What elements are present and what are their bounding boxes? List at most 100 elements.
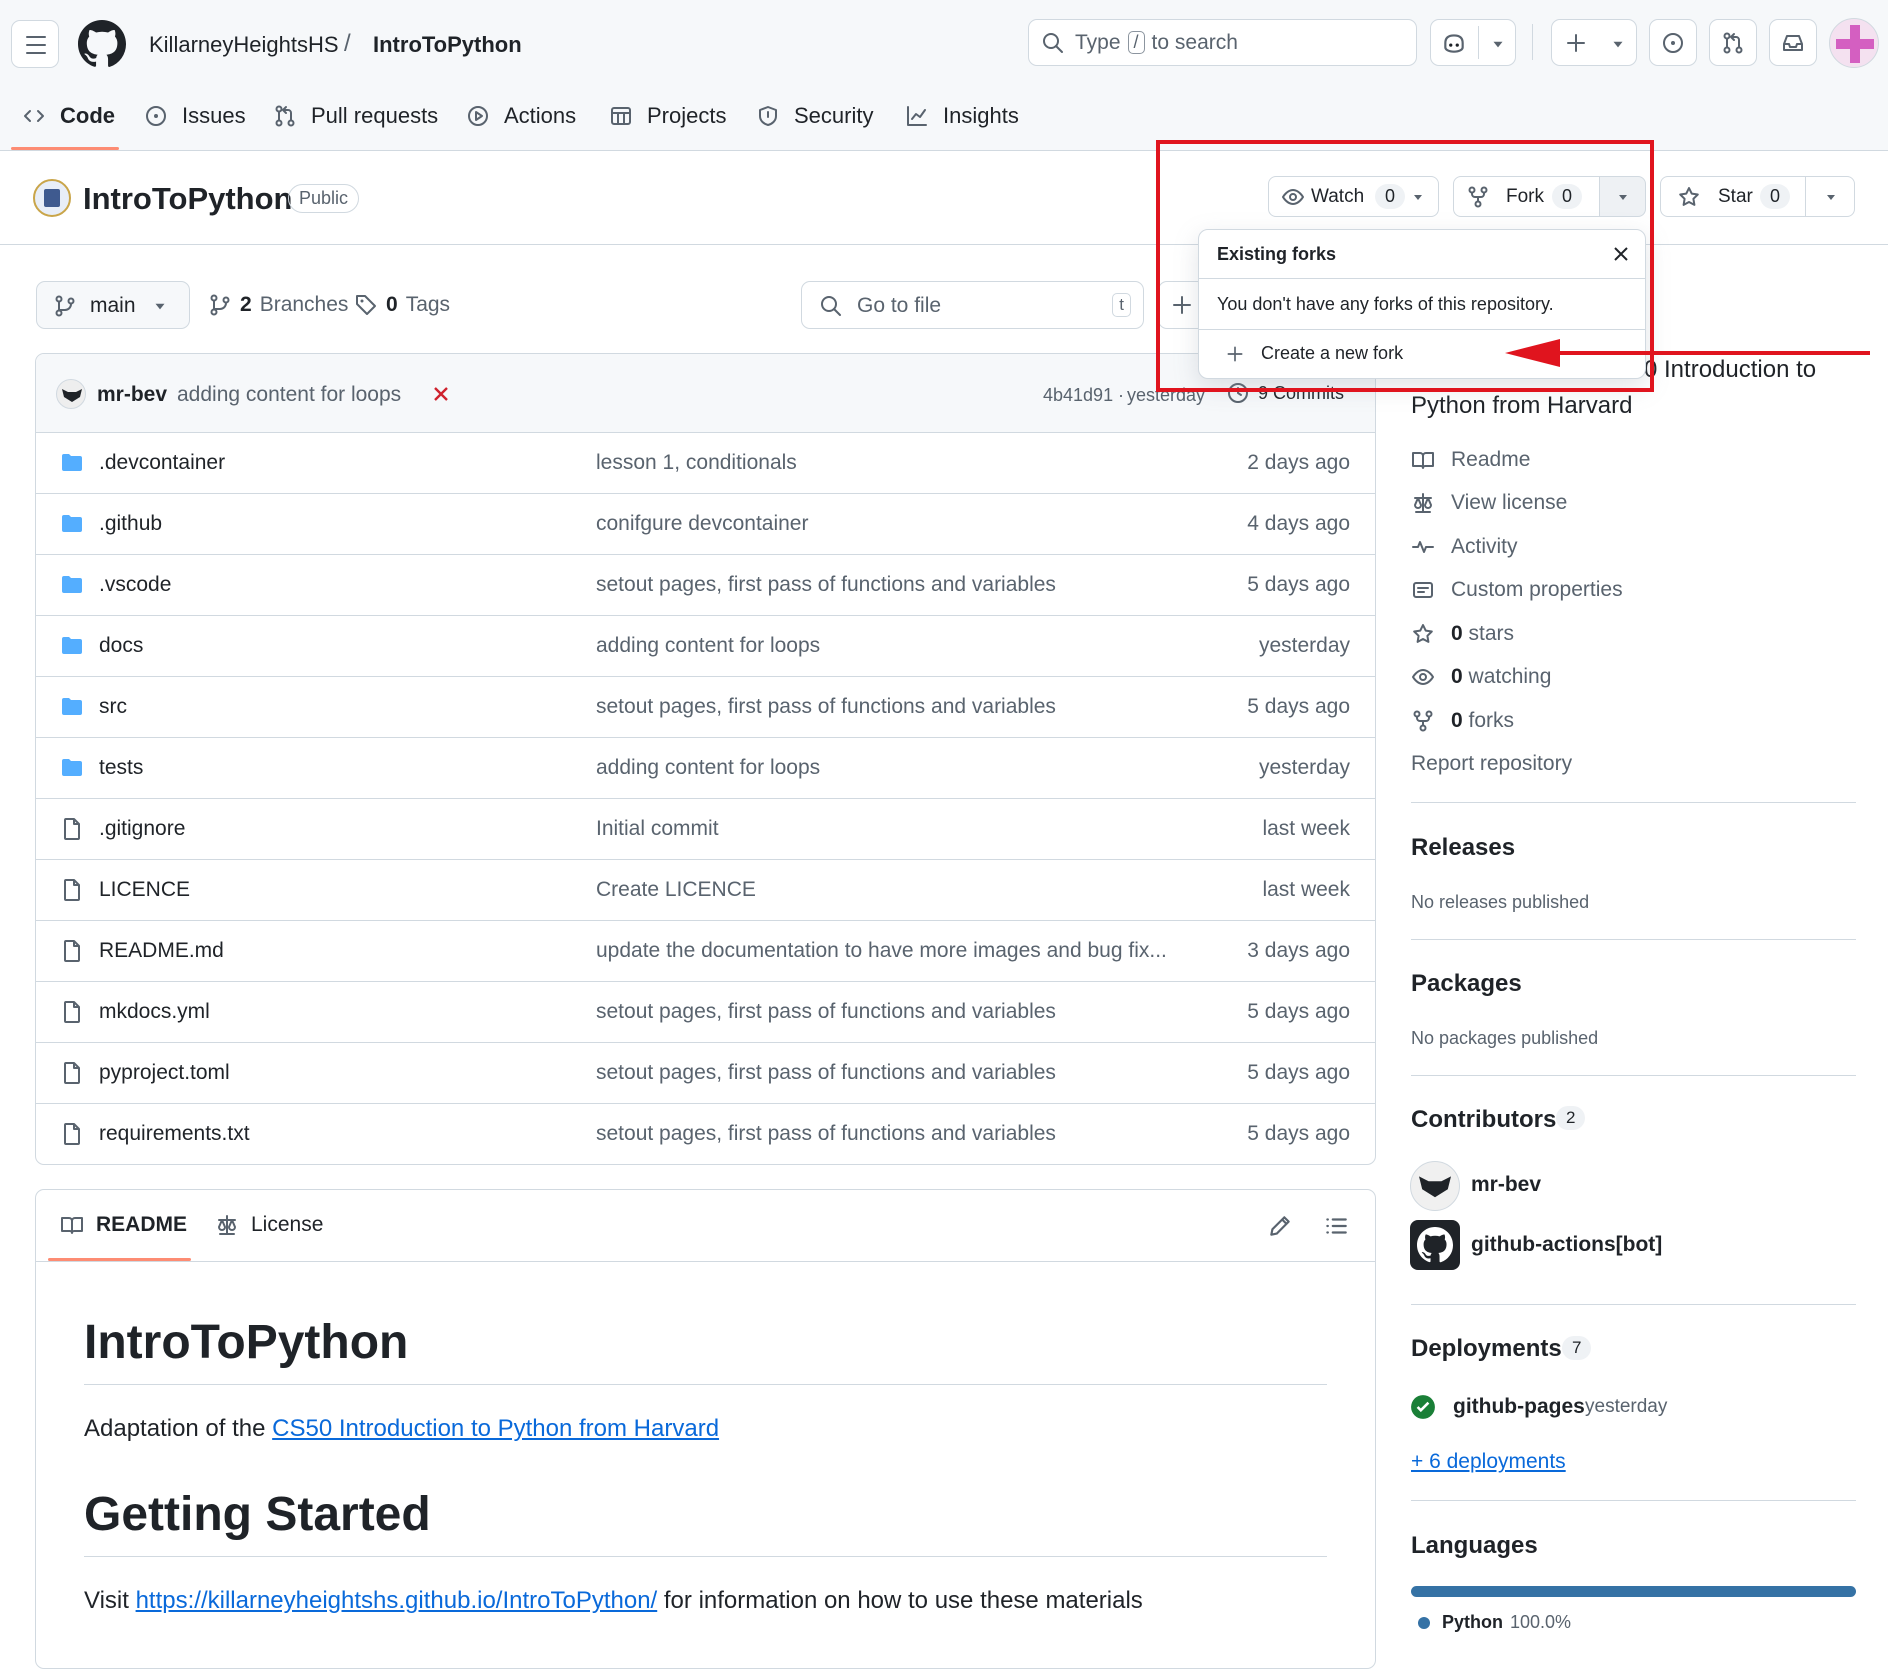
- file-row[interactable]: requirements.txt setout pages, first pass…: [36, 1103, 1375, 1164]
- branch-selector[interactable]: main: [36, 281, 190, 329]
- branches-link[interactable]: 2 Branches: [208, 293, 348, 317]
- sidebar-item-readme[interactable]: Readme: [1411, 448, 1530, 472]
- user-avatar[interactable]: [1829, 18, 1879, 68]
- commit-message[interactable]: adding content for loops: [177, 383, 401, 407]
- sidebar-item-forks[interactable]: 0 forks: [1411, 709, 1514, 733]
- breadcrumb-separator: /: [344, 30, 351, 57]
- repo-link[interactable]: IntroToPython: [373, 32, 522, 58]
- file-commit-message[interactable]: setout pages, first pass of functions an…: [596, 1000, 1056, 1024]
- file-commit-message[interactable]: Initial commit: [596, 817, 719, 841]
- tags-link[interactable]: 0 Tags: [354, 293, 450, 317]
- file-commit-message[interactable]: setout pages, first pass of functions an…: [596, 1122, 1056, 1146]
- check-failed-x-icon[interactable]: [432, 385, 450, 403]
- language-item-python[interactable]: Python 100.0%: [1418, 1612, 1571, 1633]
- star-list-dropdown-button[interactable]: [1805, 176, 1855, 217]
- file-row[interactable]: .vscode setout pages, first pass of funct…: [36, 554, 1375, 615]
- sidebar-item-license[interactable]: View license: [1411, 491, 1567, 515]
- file-commit-message[interactable]: setout pages, first pass of functions an…: [596, 1061, 1056, 1085]
- file-commit-message[interactable]: update the documentation to have more im…: [596, 939, 1167, 963]
- file-name[interactable]: README.md: [99, 939, 224, 963]
- packages-heading[interactable]: Packages: [1411, 970, 1522, 998]
- file-row[interactable]: docs adding content for loops yesterday: [36, 615, 1375, 676]
- tab-pull-requests[interactable]: Pull requests: [273, 96, 438, 136]
- file-commit-message[interactable]: adding content for loops: [596, 634, 820, 658]
- inbox-button[interactable]: [1769, 19, 1817, 66]
- file-row[interactable]: .gitignore Initial commit last week: [36, 798, 1375, 859]
- copilot-button[interactable]: [1430, 19, 1516, 66]
- releases-heading[interactable]: Releases: [1411, 834, 1515, 862]
- cs50-link[interactable]: CS50 Introduction to Python from Harvard: [272, 1415, 719, 1442]
- file-row[interactable]: README.md update the documentation to hav…: [36, 920, 1375, 981]
- file-name[interactable]: .github: [99, 512, 162, 536]
- file-commit-message[interactable]: conifgure devcontainer: [596, 512, 808, 536]
- tab-security[interactable]: Security: [756, 96, 873, 136]
- chevron-down-icon: [1827, 195, 1835, 200]
- file-commit-message[interactable]: adding content for loops: [596, 756, 820, 780]
- report-repository-link[interactable]: Report repository: [1411, 752, 1572, 776]
- pages-site-link[interactable]: https://killarneyheightshs.github.io/Int…: [136, 1587, 658, 1614]
- contributor-name-mr-bev[interactable]: mr-bev: [1471, 1173, 1541, 1197]
- tab-insights[interactable]: Insights: [905, 96, 1019, 136]
- deployments-heading[interactable]: Deployments: [1411, 1335, 1562, 1363]
- branch-name: main: [90, 294, 136, 317]
- sidebar-item-watching[interactable]: 0 watching: [1411, 665, 1551, 689]
- file-row[interactable]: LICENCE Create LICENCE last week: [36, 859, 1375, 920]
- repo-title[interactable]: IntroToPython: [83, 181, 293, 217]
- issues-button[interactable]: [1649, 19, 1697, 66]
- file-row[interactable]: .devcontainer lesson 1, conditionals 2 day…: [36, 432, 1375, 493]
- file-commit-message[interactable]: lesson 1, conditionals: [596, 451, 797, 475]
- file-name[interactable]: docs: [99, 634, 143, 658]
- file-name[interactable]: mkdocs.yml: [99, 1000, 210, 1024]
- tab-issues[interactable]: Issues: [144, 96, 246, 136]
- file-commit-message[interactable]: setout pages, first pass of functions an…: [596, 695, 1056, 719]
- search-shortcut-key: /: [1127, 31, 1145, 54]
- owner-link[interactable]: KillarneyHeightsHS: [149, 32, 339, 58]
- git-branch-icon: [210, 294, 230, 316]
- tab-license[interactable]: License: [215, 1213, 323, 1237]
- create-new-button[interactable]: [1551, 19, 1637, 66]
- pencil-icon[interactable]: [1267, 1213, 1293, 1239]
- list-unordered-icon[interactable]: [1323, 1213, 1349, 1239]
- file-commit-message[interactable]: setout pages, first pass of functions an…: [596, 573, 1056, 597]
- plus-icon: [1567, 34, 1585, 52]
- language-dot: [1418, 1616, 1430, 1629]
- pull-requests-button[interactable]: [1709, 19, 1757, 66]
- search-input[interactable]: Type / to search: [1028, 19, 1417, 66]
- more-deployments-link[interactable]: + 6 deployments: [1411, 1450, 1566, 1474]
- tab-readme[interactable]: README: [60, 1213, 187, 1237]
- sidebar-item-stars[interactable]: 0 stars: [1411, 622, 1514, 646]
- contributor-name-github-actions[interactable]: github-actions[bot]: [1471, 1233, 1662, 1257]
- file-name[interactable]: LICENCE: [99, 878, 190, 902]
- file-name[interactable]: .gitignore: [99, 817, 185, 841]
- go-to-file-shortcut: t: [1112, 293, 1131, 317]
- go-to-file-input[interactable]: Go to file t: [801, 281, 1144, 329]
- file-row[interactable]: src setout pages, first pass of functions…: [36, 676, 1375, 737]
- file-name[interactable]: .vscode: [99, 573, 171, 597]
- tab-code[interactable]: Code: [22, 96, 115, 136]
- menu-button[interactable]: [11, 20, 59, 68]
- tab-actions[interactable]: Actions: [466, 96, 576, 136]
- file-name[interactable]: .devcontainer: [99, 451, 225, 475]
- file-name[interactable]: pyproject.toml: [99, 1061, 230, 1085]
- commit-hash[interactable]: 4b41d91: [1043, 385, 1113, 406]
- folder-icon: [62, 576, 82, 593]
- file-name[interactable]: src: [99, 695, 127, 719]
- file-name[interactable]: requirements.txt: [99, 1122, 250, 1146]
- contributor-avatar-github-actions[interactable]: [1410, 1220, 1460, 1270]
- commit-author-avatar[interactable]: [56, 379, 86, 409]
- deployment-env[interactable]: github-pages: [1453, 1395, 1585, 1419]
- sidebar-item-activity[interactable]: Activity: [1411, 535, 1518, 559]
- file-row[interactable]: .github conifgure devcontainer 4 days ago: [36, 493, 1375, 554]
- commit-author[interactable]: mr-bev: [97, 383, 167, 407]
- github-logo-icon[interactable]: [78, 20, 126, 68]
- file-row[interactable]: tests adding content for loops yesterday: [36, 737, 1375, 798]
- tab-projects[interactable]: Projects: [609, 96, 726, 136]
- file-row[interactable]: mkdocs.yml setout pages, first pass of fu…: [36, 981, 1375, 1042]
- contributor-avatar-mr-bev[interactable]: [1410, 1161, 1460, 1211]
- sidebar-item-custom-properties[interactable]: Custom properties: [1411, 578, 1623, 602]
- file-commit-message[interactable]: Create LICENCE: [596, 878, 756, 902]
- file-name[interactable]: tests: [99, 756, 143, 780]
- contributors-heading[interactable]: Contributors: [1411, 1106, 1556, 1134]
- file-row[interactable]: pyproject.toml setout pages, first pass o…: [36, 1042, 1375, 1103]
- star-button[interactable]: Star 0: [1660, 176, 1806, 217]
